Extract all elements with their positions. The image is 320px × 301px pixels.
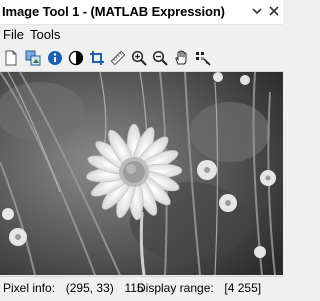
menu-bar: File Tools (0, 25, 283, 44)
status-bar: Pixel info: (295, 33) 115 Display range:… (0, 276, 283, 301)
image-info-icon[interactable] (46, 49, 64, 67)
close-icon[interactable] (267, 4, 281, 18)
pixel-info-label: Pixel info: (3, 281, 56, 295)
image-display[interactable] (0, 72, 283, 275)
contrast-icon[interactable] (67, 49, 85, 67)
pan-hand-icon[interactable] (172, 49, 190, 67)
display-range-value: [4 255] (224, 281, 262, 295)
grayscale-flower-image (0, 72, 283, 275)
pixel-info-coords: (295, 33) (65, 281, 114, 295)
zoom-in-icon[interactable] (130, 49, 148, 67)
menu-tools[interactable]: Tools (30, 27, 60, 42)
zoom-out-icon[interactable] (151, 49, 169, 67)
measure-distance-icon[interactable] (109, 49, 127, 67)
display-range-label: Display range: (137, 281, 214, 295)
chevron-down-icon[interactable] (250, 4, 264, 18)
display-range: Display range: [4 255] (137, 281, 261, 295)
menu-file[interactable]: File (3, 27, 24, 42)
export-icon[interactable] (24, 49, 42, 67)
pixel-region-icon[interactable] (194, 49, 212, 67)
crop-icon[interactable] (88, 49, 106, 67)
title-bar: Image Tool 1 - (MATLAB Expression) (0, 0, 283, 25)
pixel-info: Pixel info: (295, 33) 115 (3, 281, 144, 295)
toolbar (0, 44, 283, 72)
window-title: Image Tool 1 - (MATLAB Expression) (2, 4, 225, 19)
new-figure-icon[interactable] (2, 49, 20, 67)
